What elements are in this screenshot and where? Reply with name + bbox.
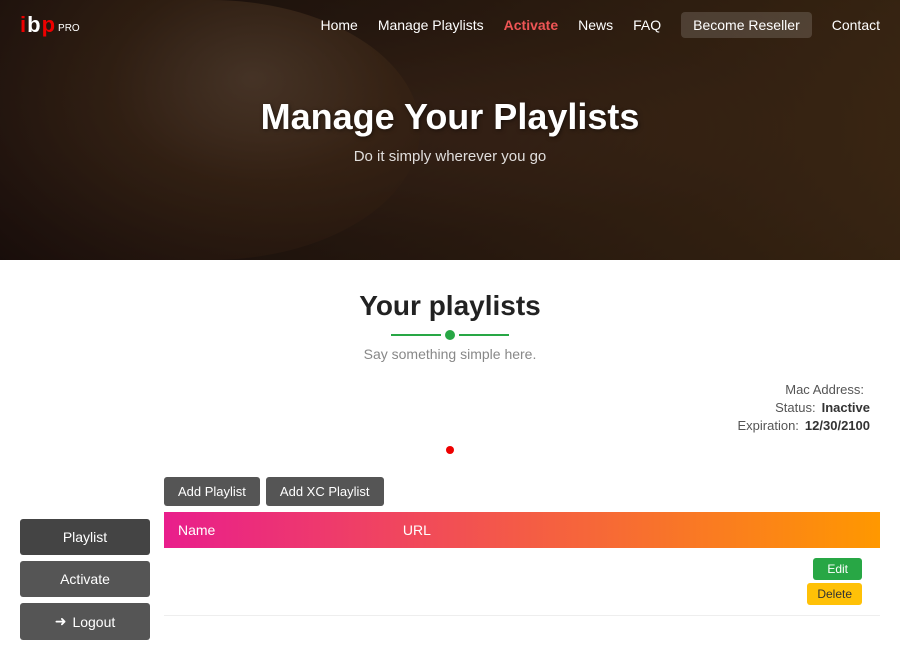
nav-news[interactable]: News <box>578 17 613 33</box>
logo-text: ibp <box>20 12 56 38</box>
col-actions <box>582 512 880 548</box>
playlist-table: Name URL Edit Delete <box>164 512 880 616</box>
logo-pro: PRO <box>58 23 80 34</box>
expiration-row: Expiration: 12/30/2100 <box>738 418 871 433</box>
expiration-label: Expiration: <box>738 418 799 433</box>
nav-contact[interactable]: Contact <box>832 17 880 33</box>
red-dot <box>446 446 454 454</box>
divider-line-left <box>391 334 441 336</box>
section-subtitle: Say something simple here. <box>20 346 880 362</box>
logout-label: Logout <box>72 614 115 630</box>
hero-title: Manage Your Playlists <box>261 96 640 138</box>
status-row: Status: Inactive <box>775 400 870 415</box>
status-value: Inactive <box>822 400 870 415</box>
nav-home[interactable]: Home <box>320 17 357 33</box>
table-toolbar: Add Playlist Add XC Playlist <box>164 477 880 506</box>
action-buttons: Edit Delete <box>596 558 866 605</box>
divider-line-right <box>459 334 509 336</box>
delete-button[interactable]: Delete <box>807 583 862 605</box>
mac-row: Mac Address: <box>785 382 870 397</box>
logo: ibp PRO <box>20 12 80 38</box>
expiration-value: 12/30/2100 <box>805 418 870 433</box>
table-row: Edit Delete <box>164 548 880 616</box>
sidebar-playlist-btn[interactable]: Playlist <box>20 519 150 555</box>
hero-subtitle: Do it simply wherever you go <box>261 148 640 165</box>
nav-become-reseller[interactable]: Become Reseller <box>681 12 812 38</box>
add-xc-playlist-btn[interactable]: Add XC Playlist <box>266 477 384 506</box>
sidebar: Playlist Activate ➜ Logout <box>20 519 150 640</box>
nav-links: Home Manage Playlists Activate News FAQ … <box>320 12 880 38</box>
table-area: Add Playlist Add XC Playlist Name URL <box>164 477 880 616</box>
divider-dot <box>445 330 455 340</box>
row-name <box>164 548 389 616</box>
logout-icon: ➜ <box>55 613 67 630</box>
hero-content: Manage Your Playlists Do it simply where… <box>261 96 640 165</box>
col-name: Name <box>164 512 389 548</box>
section-divider <box>20 330 880 340</box>
navbar: ibp PRO Home Manage Playlists Activate N… <box>0 0 900 50</box>
nav-faq[interactable]: FAQ <box>633 17 661 33</box>
playlist-layout: Playlist Activate ➜ Logout Add Playlist … <box>20 477 880 640</box>
info-area: Mac Address: Status: Inactive Expiration… <box>20 382 880 436</box>
nav-manage-playlists[interactable]: Manage Playlists <box>378 17 484 33</box>
section-title: Your playlists <box>20 290 880 322</box>
edit-button[interactable]: Edit <box>813 558 862 580</box>
table-header: Name URL <box>164 512 880 548</box>
row-url <box>389 548 582 616</box>
add-playlist-btn[interactable]: Add Playlist <box>164 477 260 506</box>
nav-activate[interactable]: Activate <box>504 17 558 33</box>
status-label: Status: <box>775 400 815 415</box>
sidebar-logout-btn[interactable]: ➜ Logout <box>20 603 150 640</box>
row-actions: Edit Delete <box>582 548 880 616</box>
table-header-row: Name URL <box>164 512 880 548</box>
col-url: URL <box>389 512 582 548</box>
table-body: Edit Delete <box>164 548 880 616</box>
sidebar-activate-btn[interactable]: Activate <box>20 561 150 597</box>
section-heading: Your playlists <box>20 290 880 322</box>
red-dot-wrap <box>20 446 880 469</box>
main-content: Your playlists Say something simple here… <box>0 260 900 660</box>
mac-label: Mac Address: <box>785 382 864 397</box>
